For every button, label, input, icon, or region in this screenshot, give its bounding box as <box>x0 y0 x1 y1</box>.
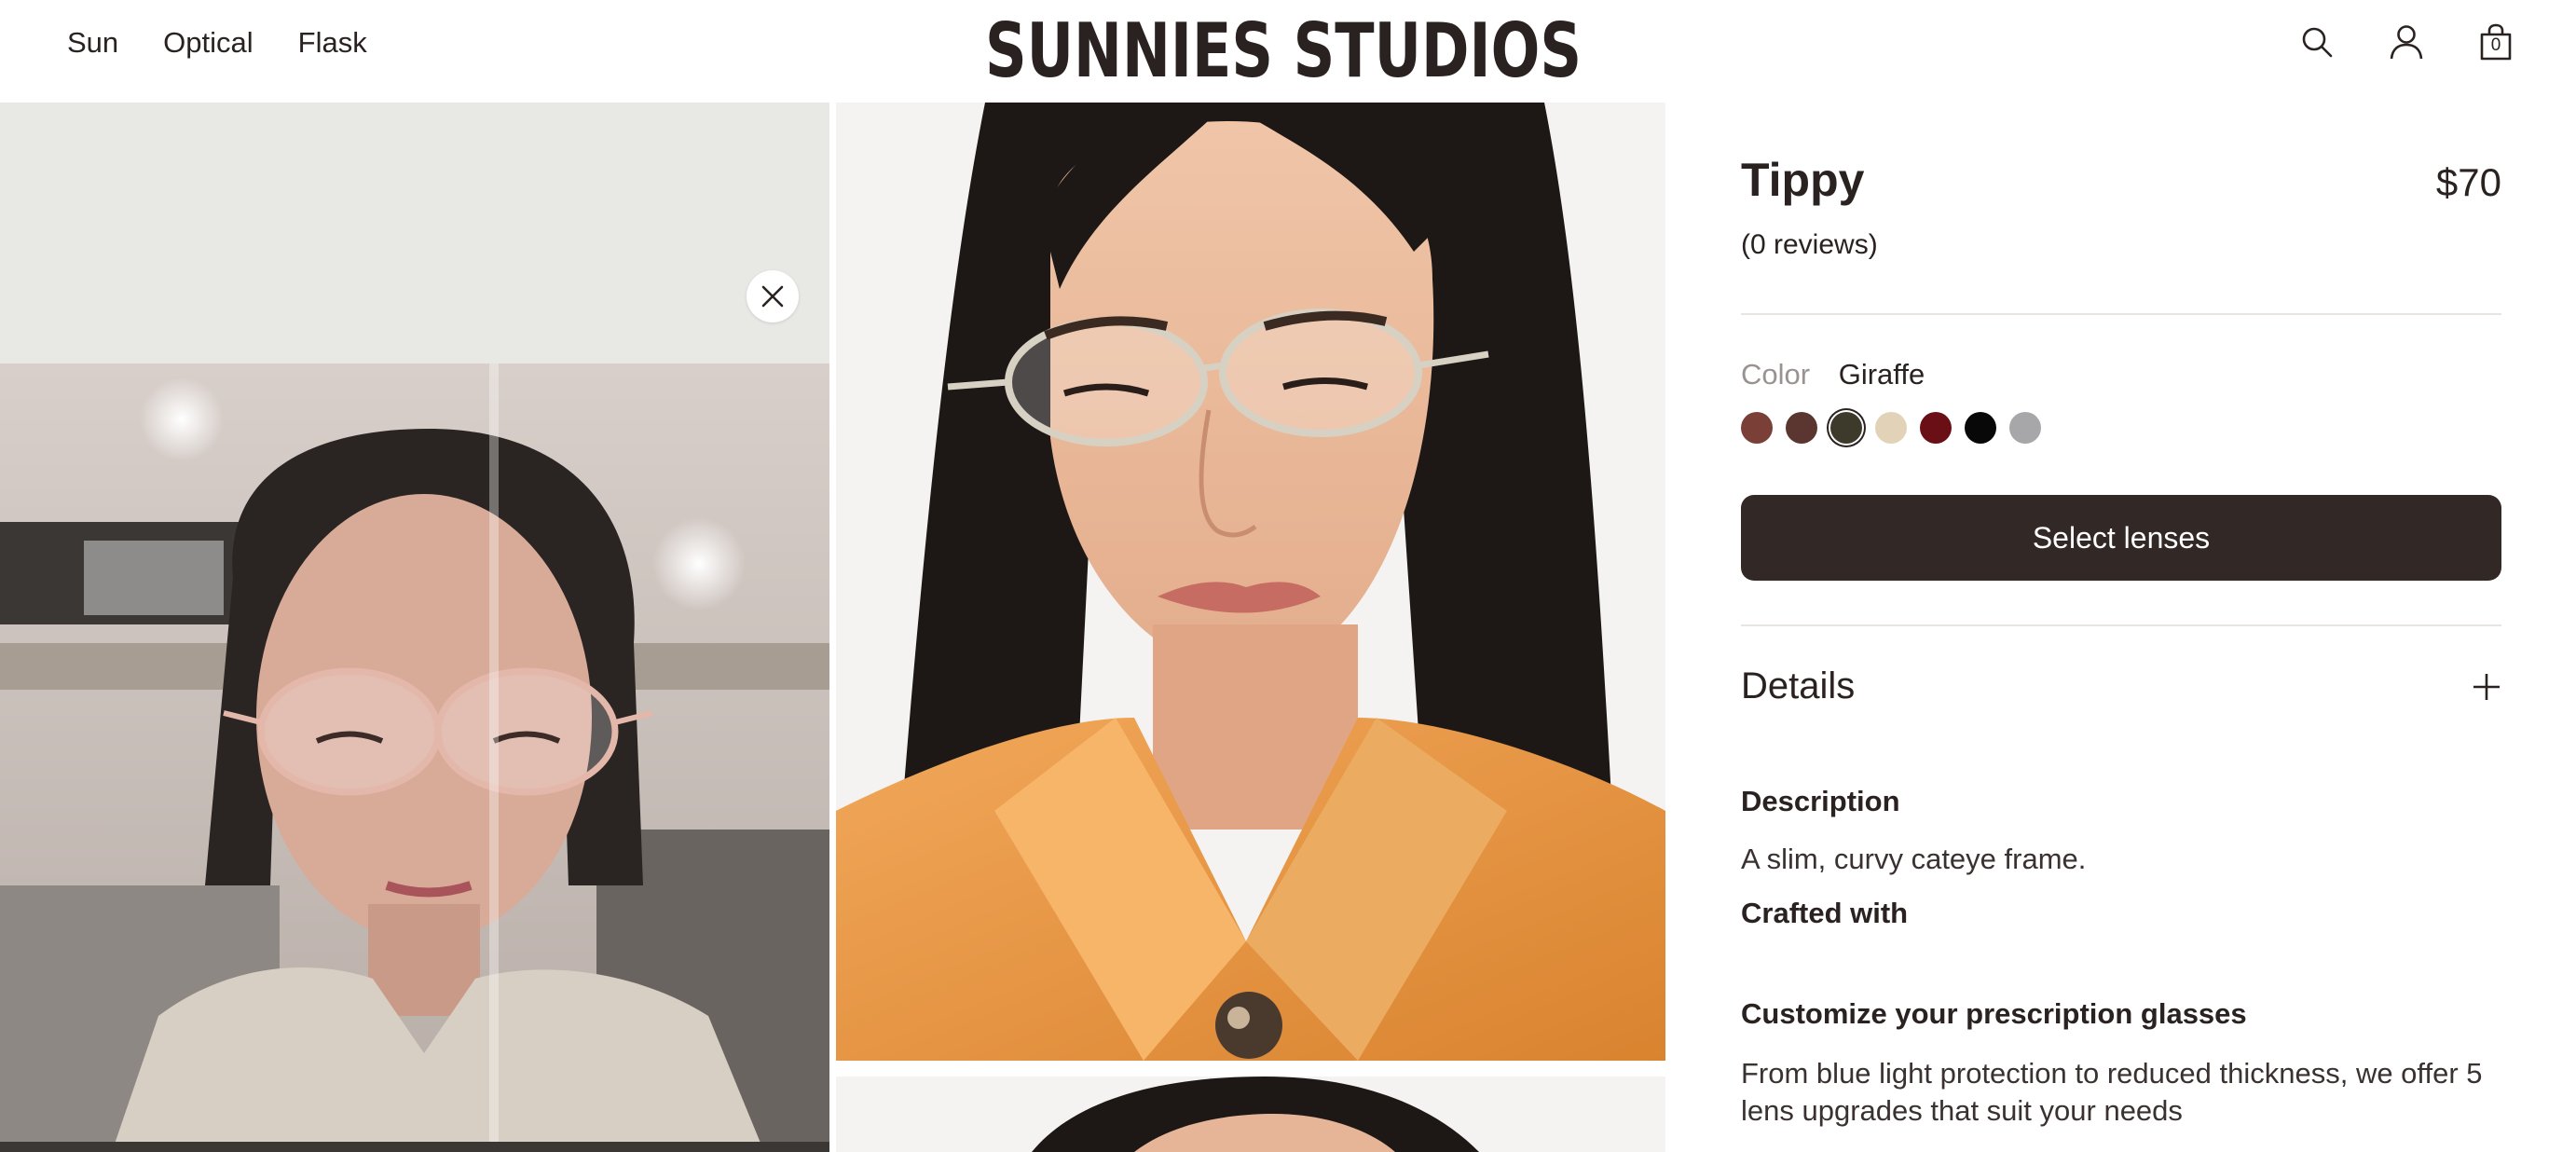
divider <box>1741 624 2501 626</box>
color-swatch-4[interactable] <box>1875 412 1907 444</box>
nav-item-sun[interactable]: Sun <box>67 26 118 60</box>
description-heading: Description <box>1741 785 1900 817</box>
nav-item-flask[interactable]: Flask <box>298 26 367 60</box>
color-swatch-7[interactable] <box>2009 412 2041 444</box>
nav-item-optical[interactable]: Optical <box>163 26 253 60</box>
details-accordion-toggle[interactable]: Details <box>1741 665 2501 707</box>
title-row: Tippy $70 <box>1741 153 2501 207</box>
cart-count: 0 <box>2490 35 2501 55</box>
color-row: Color Giraffe <box>1741 358 1925 391</box>
brand-logo[interactable]: SUNNIES STUDIOS <box>983 9 1584 88</box>
virtual-try-on-panel[interactable] <box>0 103 829 1152</box>
color-swatches <box>1741 412 2041 444</box>
site-header: Sun Optical Flask SUNNIES STUDIOS 0 <box>0 0 2576 103</box>
reviews-link[interactable]: (0 reviews) <box>1741 229 1878 261</box>
color-swatch-5[interactable] <box>1920 412 1952 444</box>
product-model-image[interactable] <box>836 103 1665 1061</box>
product-price: $70 <box>2435 160 2501 204</box>
color-value: Giraffe <box>1838 358 1925 391</box>
description-text: A slim, curvy cateye frame. <box>1741 843 2087 875</box>
color-swatch-3[interactable] <box>1830 412 1862 444</box>
color-label: Color <box>1741 358 1811 391</box>
try-on-camera-image <box>0 363 829 1152</box>
customize-heading: Customize your prescription glasses <box>1741 997 2247 1030</box>
color-swatch-6[interactable] <box>1965 412 1996 444</box>
search-icon[interactable] <box>2298 19 2336 65</box>
product-info-panel: Tippy $70 (0 reviews) Color Giraffe Sele… <box>1741 103 2501 1152</box>
plus-icon <box>2473 673 2500 700</box>
main-nav: Sun Optical Flask <box>67 0 367 86</box>
details-title: Details <box>1741 665 1856 706</box>
user-icon[interactable] <box>2388 19 2425 65</box>
divider <box>1741 313 2501 315</box>
header-actions: 0 <box>2298 19 2514 65</box>
bag-icon[interactable]: 0 <box>2477 19 2514 65</box>
close-try-on-button[interactable] <box>747 270 799 322</box>
select-lenses-button[interactable]: Select lenses <box>1741 495 2501 581</box>
product-title: Tippy <box>1741 154 1865 206</box>
color-swatch-2[interactable] <box>1786 412 1817 444</box>
crafted-with-heading: Crafted with <box>1741 897 1909 929</box>
color-swatch-1[interactable] <box>1741 412 1773 444</box>
product-model-image-2[interactable] <box>836 1077 1665 1152</box>
brand-logo-text: SUNNIES STUDIOS <box>985 9 1582 88</box>
close-icon <box>761 285 784 308</box>
try-on-backdrop <box>0 103 829 363</box>
customize-text: From blue light protection to reduced th… <box>1741 1057 2483 1127</box>
